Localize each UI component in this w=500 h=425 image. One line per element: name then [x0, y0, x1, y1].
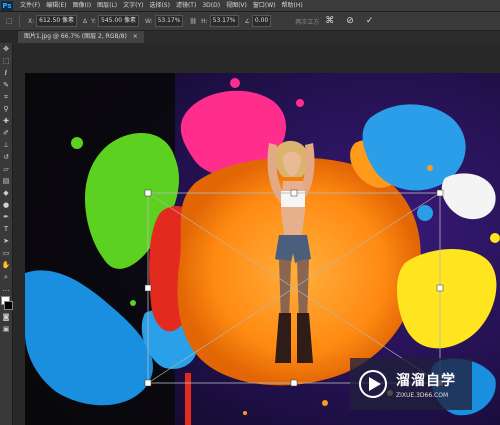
watermark-overlay: 溜溜自学 ZIXUE.3D66.COM — [350, 358, 472, 410]
x-label: X: — [28, 17, 35, 25]
divider — [19, 15, 20, 27]
menu-layer[interactable]: 图层(L) — [94, 0, 120, 11]
blue-paint-drop — [417, 205, 433, 221]
healing-tool-icon[interactable]: ✚ — [0, 115, 12, 127]
document-tab[interactable]: 图片1.jpg @ 66.7% (图层 2, RGB/8) × — [18, 31, 144, 43]
document-tab-bar: 图片1.jpg @ 66.7% (图层 2, RGB/8) × — [18, 31, 500, 43]
width-scale-field[interactable]: 53.17% — [154, 15, 184, 27]
menu-file[interactable]: 文件(F) — [17, 0, 43, 11]
more-tools-icon[interactable]: … — [0, 283, 12, 295]
green-paint-drop — [71, 137, 83, 149]
warp-icon[interactable]: ⌘ — [325, 15, 334, 27]
watermark-title: 溜溜自学 — [396, 372, 456, 389]
height-scale-field[interactable]: 53.17% — [209, 15, 239, 27]
transform-tool-icon: ⬚ — [5, 17, 13, 25]
green-paint-drop — [130, 300, 136, 306]
eraser-tool-icon[interactable]: ▱ — [0, 163, 12, 175]
yellow-paint-drop — [490, 233, 500, 243]
document-tab-label: 图片1.jpg @ 66.7% (图层 2, RGB/8) — [24, 33, 127, 40]
path-select-tool-icon[interactable]: ➤ — [0, 235, 12, 247]
eyedropper-tool-icon[interactable]: ⚲ — [0, 103, 12, 115]
rotation-angle-field[interactable]: 0.00 — [251, 15, 272, 27]
red-paint-drip — [185, 373, 191, 425]
menu-help[interactable]: 帮助(H) — [279, 0, 306, 11]
background-color-swatch[interactable] — [4, 301, 13, 310]
dodge-tool-icon[interactable]: ● — [0, 199, 12, 211]
hand-tool-icon[interactable]: ✋ — [0, 259, 12, 271]
color-swatches[interactable] — [0, 295, 13, 311]
menu-image[interactable]: 图像(I) — [70, 0, 94, 11]
orange-paint-drop — [427, 165, 433, 171]
h-label: H: — [201, 17, 208, 25]
link-icon[interactable]: ⛓ — [189, 18, 197, 25]
quickmask-tool-icon[interactable]: ◙ — [0, 311, 12, 323]
commit-transform-button[interactable]: ✓ — [366, 15, 374, 27]
stamp-tool-icon[interactable]: ⊥ — [0, 139, 12, 151]
screen-mode-tool-icon[interactable]: ▣ — [0, 323, 12, 335]
transform-handle-right[interactable] — [436, 284, 444, 292]
orange-paint-drop — [322, 400, 328, 406]
delta-icon: Δ — [83, 17, 88, 25]
quick-select-tool-icon[interactable]: ✎ — [0, 79, 12, 91]
transform-handle-top[interactable] — [290, 189, 298, 197]
transform-handle-top-right[interactable] — [436, 189, 444, 197]
transform-handle-bottom[interactable] — [290, 379, 298, 387]
menu-type[interactable]: 文字(Y) — [120, 0, 146, 11]
x-position-field[interactable]: 612.50 像素 — [36, 15, 78, 27]
marquee-tool-icon[interactable]: ⬚ — [0, 55, 12, 67]
move-tool-icon[interactable]: ✥ — [0, 43, 12, 55]
w-label: W: — [144, 17, 153, 25]
blur-tool-icon[interactable]: ◆ — [0, 187, 12, 199]
transform-handle-bottom-left[interactable] — [144, 379, 152, 387]
angle-icon: ∠ — [244, 17, 250, 25]
pink-paint-drop — [230, 78, 240, 88]
y-label: Y: — [91, 17, 97, 25]
lasso-tool-icon[interactable]: ℓ — [0, 67, 12, 79]
menu-3d[interactable]: 3D(D) — [199, 0, 223, 11]
pen-tool-icon[interactable]: ✒ — [0, 211, 12, 223]
cancel-transform-button[interactable]: ⊘ — [346, 15, 354, 27]
tools-panel: ✥ ⬚ ℓ ✎ ⌗ ⚲ ✚ ✐ ⊥ ↺ ▱ ▤ ◆ ● ✒ T ➤ ▭ ✋ ⌕ … — [0, 43, 13, 425]
watermark-text-block: 溜溜自学 ZIXUE.3D66.COM — [396, 370, 456, 399]
close-icon[interactable]: × — [133, 33, 138, 40]
shape-tool-icon[interactable]: ▭ — [0, 247, 12, 259]
menu-edit[interactable]: 编辑(E) — [43, 0, 69, 11]
zoom-tool-icon[interactable]: ⌕ — [0, 271, 12, 283]
type-tool-icon[interactable]: T — [0, 223, 12, 235]
menu-select[interactable]: 选择(S) — [146, 0, 173, 11]
menu-view[interactable]: 视图(V) — [223, 0, 250, 11]
photoshop-logo: Ps — [1, 0, 13, 11]
y-position-field[interactable]: 545.00 像素 — [98, 15, 139, 27]
interpolation-select[interactable]: 两次立方 — [295, 17, 319, 26]
menu-filter[interactable]: 滤镜(T) — [173, 0, 199, 11]
options-bar: ⬚ X: 612.50 像素 Δ Y: 545.00 像素 W: 53.17% … — [0, 12, 500, 31]
crop-tool-icon[interactable]: ⌗ — [0, 91, 12, 103]
menu-bar: Ps 文件(F) 编辑(E) 图像(I) 图层(L) 文字(Y) 选择(S) 滤… — [0, 0, 500, 12]
orange-paint-drop — [243, 411, 247, 415]
menu-window[interactable]: 窗口(W) — [250, 0, 279, 11]
transform-handle-top-left[interactable] — [144, 189, 152, 197]
gradient-tool-icon[interactable]: ▤ — [0, 175, 12, 187]
transform-handle-left[interactable] — [144, 284, 152, 292]
brush-tool-icon[interactable]: ✐ — [0, 127, 12, 139]
watermark-play-logo — [359, 370, 387, 398]
history-brush-tool-icon[interactable]: ↺ — [0, 151, 12, 163]
watermark-subtitle: ZIXUE.3D66.COM — [396, 391, 449, 399]
pink-paint-drop — [296, 99, 304, 107]
